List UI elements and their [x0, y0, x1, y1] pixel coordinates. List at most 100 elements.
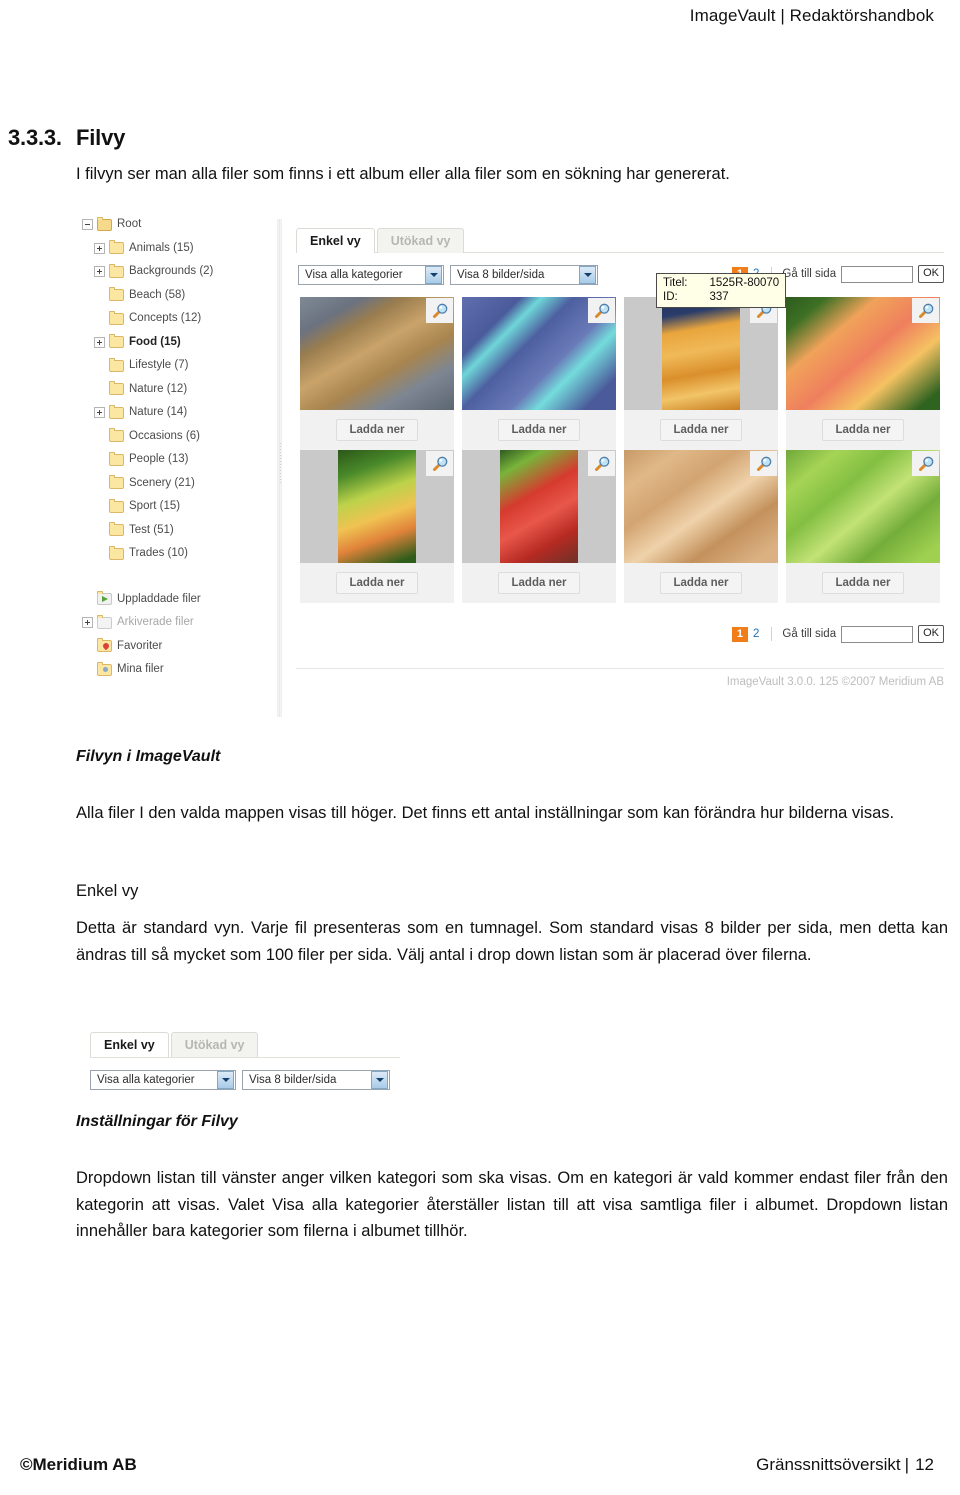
tree-item-animals-15[interactable]: Animals (15) — [74, 237, 270, 261]
tab-utokad-vy[interactable]: Utökad vy — [376, 228, 465, 253]
tooltip-title-value: 1525R-80070 — [709, 277, 780, 289]
footer-chapter-label: Gränssnittsöversikt — [756, 1455, 901, 1474]
tree-item-scenery-21[interactable]: Scenery (21) — [74, 472, 270, 496]
expand-plus-icon[interactable] — [94, 336, 105, 348]
expand-plus-icon[interactable] — [94, 407, 105, 419]
magnifier-icon[interactable] — [912, 451, 939, 476]
tree-item-label: Nature (12) — [129, 382, 188, 395]
section-title: Filvy — [76, 125, 126, 150]
magnifier-icon[interactable] — [750, 451, 777, 476]
mini-tab-enkel-vy[interactable]: Enkel vy — [90, 1032, 169, 1057]
goto-page-input[interactable] — [841, 265, 914, 283]
thumbnail-cell: Ladda ner — [296, 297, 458, 450]
tree-item-label: Mina filer — [117, 663, 164, 675]
download-row: Ladda ner — [786, 410, 940, 450]
folder-icon — [109, 498, 124, 513]
tree-item-label: Food (15) — [129, 335, 181, 348]
uploaded-files-icon — [97, 591, 112, 606]
tree-item-occasions-6[interactable]: Occasions (6) — [74, 425, 270, 449]
tree-item-root[interactable]: Root — [74, 213, 270, 237]
thumbnail-image-orange-tomatoes[interactable] — [624, 297, 778, 410]
tree-item-label: Trades (10) — [129, 547, 189, 559]
folder-icon — [109, 357, 124, 372]
tree-item-trades-10[interactable]: Trades (10) — [74, 542, 270, 566]
thumbnail-cell: Ladda ner — [782, 450, 944, 603]
download-button[interactable]: Ladda ner — [821, 572, 905, 594]
thumbnail-image-potatoes[interactable] — [624, 450, 778, 563]
expand-plus-icon[interactable] — [94, 266, 105, 278]
magnifier-icon[interactable] — [426, 298, 453, 323]
archived-files-icon — [97, 614, 112, 629]
goto-page-input[interactable] — [841, 625, 914, 643]
tree-item-backgrounds-2[interactable]: Backgrounds (2) — [74, 260, 270, 284]
tooltip-id-key: ID: — [663, 291, 678, 303]
tree-item-label: Scenery (21) — [129, 476, 195, 489]
tree-item-people-13[interactable]: People (13) — [74, 448, 270, 472]
thumbnail-image-red-apple[interactable] — [462, 450, 616, 563]
thumbnail-image-celery[interactable] — [786, 450, 940, 563]
tree-item-favoriter[interactable]: Favoriter — [74, 635, 270, 659]
tree-item-nature-14[interactable]: Nature (14) — [74, 401, 270, 425]
thumbnail-image-blueberry-baskets[interactable] — [462, 297, 616, 410]
download-button[interactable]: Ladda ner — [821, 419, 905, 441]
page-current[interactable]: 1 — [731, 626, 748, 642]
mini-view-tabs: Enkel vy Utökad vy — [90, 1032, 259, 1057]
image-info-tooltip: Titel: 1525R-80070 ID: 337 — [656, 273, 787, 308]
collapse-minus-icon[interactable] — [82, 219, 93, 231]
folder-icon — [109, 475, 124, 490]
download-button[interactable]: Ladda ner — [659, 572, 743, 594]
chevron-down-icon — [579, 266, 596, 284]
tree-item-test-51[interactable]: Test (51) — [74, 519, 270, 543]
download-button[interactable]: Ladda ner — [497, 419, 581, 441]
category-filter-dropdown[interactable]: Visa alla kategorier — [298, 265, 444, 285]
panel-splitter[interactable] — [277, 219, 282, 717]
tree-item-uppladdade-filer[interactable]: Uppladdade filer — [74, 588, 270, 612]
tree-item-label: Sport (15) — [129, 500, 181, 512]
subheading-enkel-vy: Enkel vy — [76, 882, 139, 900]
filvy-application-screenshot: Root Animals (15) Backgrounds (2) Beach (58… — [74, 213, 950, 723]
thumbnail-image-peaches[interactable] — [786, 297, 940, 410]
figure-caption-1: Filvyn i ImageVault — [76, 748, 221, 765]
tree-item-sport-15[interactable]: Sport (15) — [74, 495, 270, 519]
figure-caption-2: Inställningar för Filvy — [76, 1113, 238, 1130]
mini-category-filter-dropdown[interactable]: Visa alla kategorier — [90, 1070, 236, 1090]
thumbnail-cell: Ladda ner — [620, 297, 782, 450]
tree-item-food-15[interactable]: Food (15) — [74, 331, 270, 355]
expand-plus-icon[interactable] — [82, 617, 93, 629]
tree-item-nature-12[interactable]: Nature (12) — [74, 378, 270, 402]
document-header: ImageVault | Redaktörshandbok — [689, 6, 934, 25]
magnifier-icon[interactable] — [588, 451, 615, 476]
view-settings-screenshot: Enkel vy Utökad vy Visa alla kategorier … — [74, 1028, 404, 1108]
magnifier-icon[interactable] — [426, 451, 453, 476]
goto-page-ok-button[interactable]: OK — [918, 625, 944, 643]
chevron-down-icon — [371, 1071, 388, 1089]
tree-item-concepts-12[interactable]: Concepts (12) — [74, 307, 270, 331]
tab-enkel-vy[interactable]: Enkel vy — [296, 228, 375, 253]
goto-page-ok-button[interactable]: OK — [918, 265, 944, 283]
tree-item-lifestyle-7[interactable]: Lifestyle (7) — [74, 354, 270, 378]
download-row: Ladda ner — [624, 563, 778, 603]
thumbnail-image-gingerbread-cookies[interactable] — [300, 297, 454, 410]
mini-images-per-page-dropdown[interactable]: Visa 8 bilder/sida — [242, 1070, 390, 1090]
page-link-2[interactable]: 2 — [753, 628, 759, 640]
folder-icon — [109, 522, 124, 537]
download-row: Ladda ner — [462, 410, 616, 450]
tree-item-label: Nature (14) — [129, 406, 188, 418]
magnifier-icon[interactable] — [912, 298, 939, 323]
folder-icon — [109, 263, 124, 278]
magnifier-icon[interactable] — [588, 298, 615, 323]
thumbnail-preview — [500, 450, 578, 563]
tree-item-beach-58[interactable]: Beach (58) — [74, 284, 270, 308]
download-button[interactable]: Ladda ner — [497, 572, 581, 594]
download-button[interactable]: Ladda ner — [335, 419, 419, 441]
expand-plus-icon[interactable] — [94, 242, 105, 254]
download-button[interactable]: Ladda ner — [659, 419, 743, 441]
section-intro-paragraph: I filvyn ser man alla filer som finns i … — [76, 165, 730, 183]
tree-item-mina-filer[interactable]: Mina filer — [74, 658, 270, 682]
images-per-page-dropdown[interactable]: Visa 8 bilder/sida — [450, 265, 598, 285]
mini-tab-utokad-vy[interactable]: Utökad vy — [170, 1032, 259, 1057]
thumbnail-image-green-apples[interactable] — [300, 450, 454, 563]
download-row: Ladda ner — [300, 410, 454, 450]
download-button[interactable]: Ladda ner — [335, 572, 419, 594]
tree-item-arkiverade-filer[interactable]: Arkiverade filer — [74, 611, 270, 635]
